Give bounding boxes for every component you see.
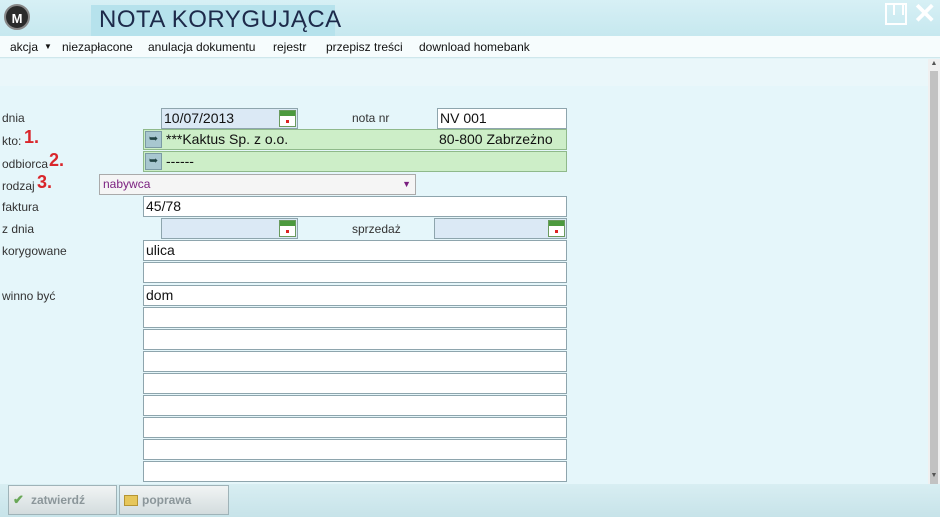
chevron-down-icon: ▼ — [44, 42, 52, 51]
dnia-date-field[interactable]: 10/07/2013 — [161, 108, 298, 129]
menu-item-niezaplacone[interactable]: niezapłacone — [62, 40, 133, 54]
korygowane-label: korygowane — [2, 244, 67, 258]
toolbar-band — [0, 59, 928, 86]
close-icon[interactable]: ✕ — [913, 0, 936, 28]
kto-label: kto: — [2, 134, 22, 148]
kto-marker: 1. — [24, 127, 40, 147]
rodzaj-value: nabywca — [103, 177, 151, 191]
z-dnia-date-field[interactable] — [161, 218, 298, 239]
korygowane-line[interactable] — [143, 262, 567, 283]
checkmark-icon: ✔ — [13, 492, 24, 507]
winno-byc-line[interactable] — [143, 417, 567, 438]
odbiorca-value: ------ — [166, 153, 194, 169]
odbiorca-label: odbiorca — [2, 157, 49, 171]
winno-byc-line[interactable]: dom — [143, 285, 567, 306]
z-dnia-label: z dnia — [2, 222, 35, 236]
sprzedaz-label: sprzedaż — [352, 222, 401, 236]
winno-byc-line[interactable] — [143, 439, 567, 460]
dnia-value: 10/07/2013 — [164, 110, 235, 126]
dnia-label: dnia — [2, 111, 25, 125]
winno-byc-line[interactable] — [143, 351, 567, 372]
faktura-label: faktura — [2, 200, 39, 214]
menu-item-download-homebank[interactable]: download homebank — [419, 40, 530, 54]
scrollbar-thumb[interactable] — [930, 71, 938, 489]
scroll-down-icon[interactable]: ▼ — [930, 472, 938, 479]
menu-item-przepisz-tresci[interactable]: przepisz treści — [326, 40, 403, 54]
chevron-down-icon: ▼ — [402, 179, 411, 189]
kto-field[interactable]: ➥ ***Kaktus Sp. z o.o. 80-800 Zabrzeżno — [143, 129, 567, 150]
odbiorca-marker: 2. — [49, 150, 65, 170]
calendar-icon[interactable] — [279, 110, 296, 127]
restore-window-icon[interactable] — [885, 3, 907, 25]
vertical-scrollbar[interactable]: ▲ ▼ — [928, 59, 940, 489]
bottom-toolbar: ✔ zatwierdź poprawa — [0, 484, 940, 517]
kto-value: ***Kaktus Sp. z o.o. — [166, 131, 289, 147]
poprawa-label: poprawa — [142, 493, 192, 507]
title-bar: M NOTA KORYGUJĄCA ✕ — [0, 0, 940, 36]
calendar-icon[interactable] — [548, 220, 565, 237]
menu-bar: akcja ▼ niezapłacone anulacja dokumentu r… — [0, 36, 940, 58]
calendar-icon[interactable] — [279, 220, 296, 237]
menu-item-akcja[interactable]: akcja ▼ — [10, 40, 52, 54]
rodzaj-select[interactable]: nabywca ▼ — [99, 174, 416, 195]
sprzedaz-date-field[interactable] — [434, 218, 567, 239]
kto-city: 80-800 Zabrzeżno — [439, 131, 553, 147]
rodzaj-label: rodzaj — [2, 179, 35, 193]
faktura-field[interactable]: 45/78 — [143, 196, 567, 217]
select-recipient-icon[interactable]: ➥ — [145, 153, 162, 170]
zatwierdz-button[interactable]: ✔ zatwierdź — [8, 485, 117, 515]
winno-byc-line[interactable] — [143, 373, 567, 394]
rodzaj-marker: 3. — [37, 172, 53, 192]
nota-nr-field[interactable]: NV 001 — [437, 108, 567, 129]
poprawa-button[interactable]: poprawa — [119, 485, 229, 515]
menu-item-rejestr[interactable]: rejestr — [273, 40, 306, 54]
nota-nr-label: nota nr — [352, 111, 390, 125]
menu-item-anulacja-dokumentu[interactable]: anulacja dokumentu — [148, 40, 255, 54]
scroll-up-icon[interactable]: ▲ — [930, 60, 938, 67]
winno-byc-line[interactable] — [143, 395, 567, 416]
winno-byc-label: winno być — [2, 289, 56, 303]
folder-icon — [124, 495, 138, 506]
zatwierdz-label: zatwierdź — [31, 493, 86, 507]
winno-byc-line[interactable] — [143, 461, 567, 482]
winno-byc-line[interactable] — [143, 307, 567, 328]
winno-byc-line[interactable] — [143, 329, 567, 350]
app-logo: M — [4, 4, 30, 30]
window-title: NOTA KORYGUJĄCA — [99, 6, 342, 33]
odbiorca-field[interactable]: ➥ ------ — [143, 151, 567, 172]
korygowane-line[interactable]: ulica — [143, 240, 567, 261]
select-contractor-icon[interactable]: ➥ — [145, 131, 162, 148]
